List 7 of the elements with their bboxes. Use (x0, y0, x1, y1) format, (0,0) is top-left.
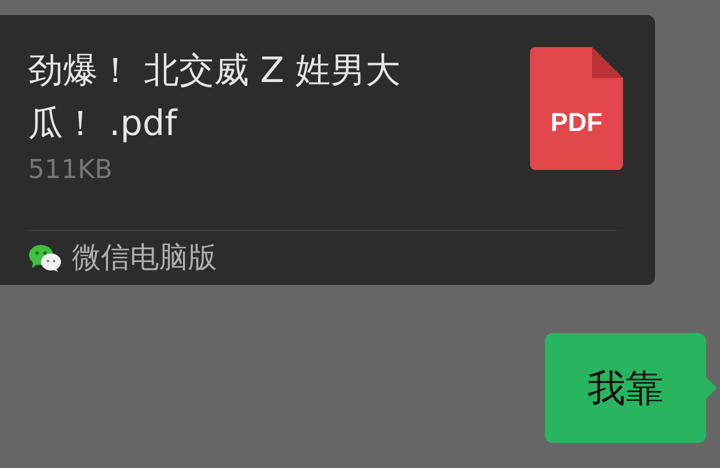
pdf-file-icon: PDF (530, 47, 623, 170)
bubble-tail (705, 376, 718, 400)
file-card[interactable]: 劲爆！ 北交威 Z 姓男大瓜！ .pdf 511KB PDF 微信电脑版 (0, 15, 655, 285)
source-label: 微信电脑版 (72, 239, 217, 276)
chat-bubbles-icon (28, 243, 62, 273)
file-size: 511KB (28, 155, 114, 185)
file-name: 劲爆！ 北交威 Z 姓男大瓜！ .pdf (28, 50, 402, 146)
